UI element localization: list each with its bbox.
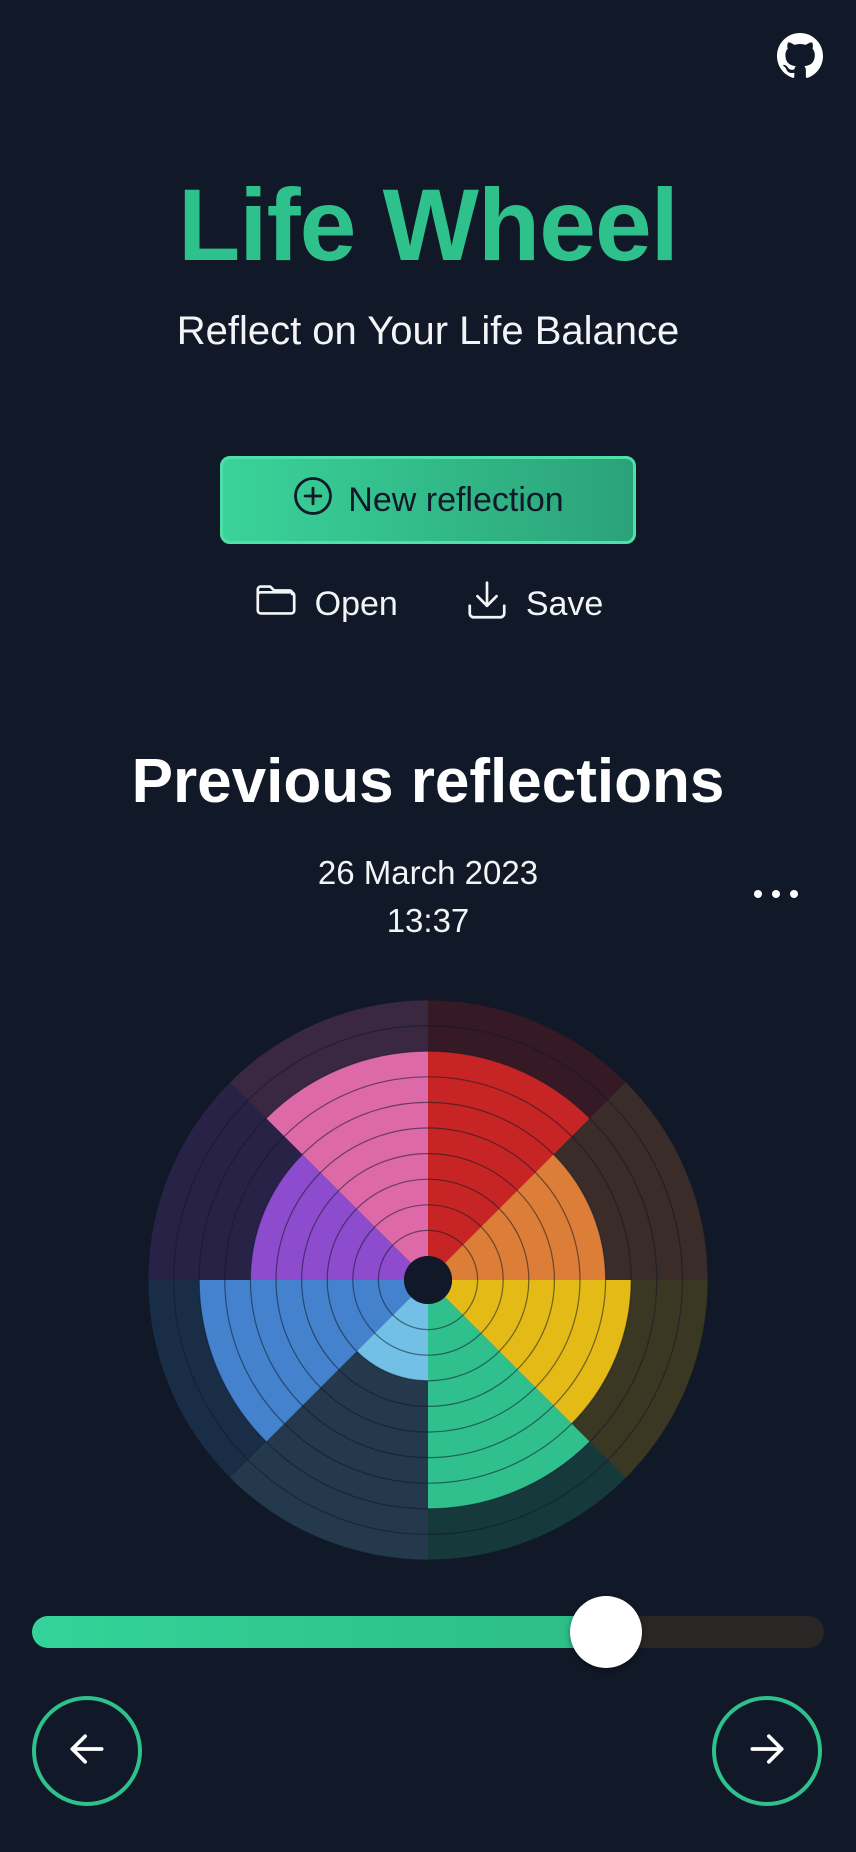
- life-wheel-page: Life Wheel Reflect on Your Life Balance …: [0, 0, 856, 1852]
- github-icon[interactable]: [776, 32, 824, 80]
- slider-fill: [32, 1616, 607, 1648]
- open-label: Open: [314, 584, 398, 623]
- download-icon: [464, 577, 510, 632]
- save-label: Save: [525, 584, 604, 623]
- more-dot: [790, 890, 798, 898]
- arrow-right-icon: [745, 1727, 789, 1776]
- reflection-timeline-slider[interactable]: [32, 1596, 824, 1668]
- open-button[interactable]: Open: [253, 576, 398, 632]
- save-button[interactable]: Save: [464, 576, 604, 632]
- new-reflection-button[interactable]: New reflection: [220, 456, 636, 544]
- more-dot: [754, 890, 762, 898]
- file-actions: Open Save: [0, 576, 856, 632]
- plus-circle-icon: [292, 475, 334, 526]
- folder-icon: [253, 577, 299, 632]
- app-subtitle: Reflect on Your Life Balance: [176, 309, 680, 353]
- new-reflection-label: New reflection: [348, 480, 564, 519]
- previous-reflections-heading: Previous reflections: [131, 747, 725, 816]
- more-options-icon[interactable]: [754, 876, 798, 912]
- life-wheel-chart[interactable]: [144, 996, 712, 1564]
- reflection-time: 13:37: [386, 902, 470, 939]
- arrow-left-icon: [65, 1727, 109, 1776]
- next-reflection-button[interactable]: [712, 1696, 822, 1806]
- more-dot: [772, 890, 780, 898]
- app-title: Life Wheel: [177, 168, 679, 282]
- wheel-center: [404, 1256, 452, 1304]
- previous-reflection-button[interactable]: [32, 1696, 142, 1806]
- slider-thumb[interactable]: [570, 1596, 643, 1668]
- reflection-date: 26 March 2023: [317, 854, 539, 891]
